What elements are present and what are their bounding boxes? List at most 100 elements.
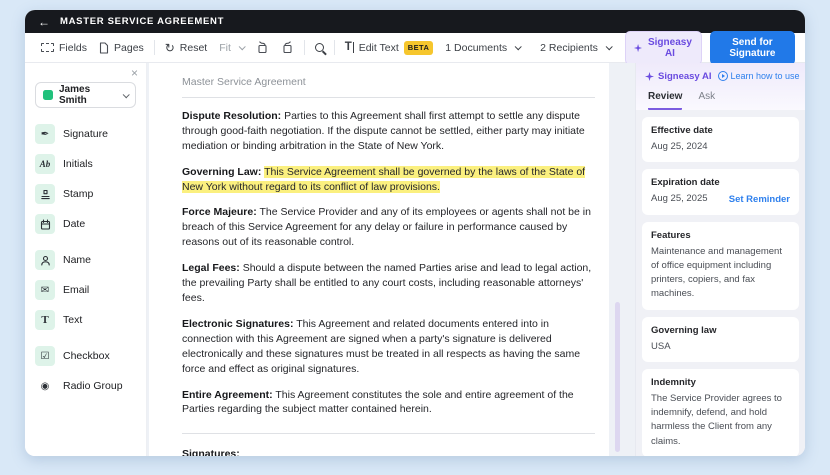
send-for-signature-button[interactable]: Send for Signature — [710, 31, 795, 65]
document-canvas: Master Service Agreement Dispute Resolut… — [147, 63, 635, 456]
sparkle-icon — [634, 43, 642, 53]
sidebar-item-checkbox[interactable]: ☑ Checkbox — [35, 346, 136, 366]
clause-label: Legal Fees: — [182, 262, 240, 274]
recipient-name: James Smith — [59, 84, 117, 106]
card-title: Effective date — [651, 125, 790, 136]
sidebar-item-date[interactable]: Date — [35, 214, 136, 234]
clause-label: Dispute Resolution: — [182, 110, 281, 122]
documents-dropdown[interactable]: 1 Documents — [439, 42, 526, 54]
sidebar-item-label: Signature — [63, 128, 108, 140]
card-value: Aug 25, 2025 — [651, 192, 708, 206]
pages-button[interactable]: Pages — [93, 42, 150, 54]
signeasy-ai-label: Signeasy AI — [647, 37, 693, 59]
fit-label: Fit — [219, 42, 231, 54]
set-reminder-link[interactable]: Set Reminder — [729, 194, 790, 205]
card-value: Maintenance and management of office equ… — [651, 245, 790, 302]
reset-icon: ↻ — [165, 42, 175, 54]
reset-label: Reset — [180, 42, 207, 54]
card-value: The Service Provider agrees to indemnify… — [651, 392, 790, 449]
signature-icon: ✒ — [35, 124, 55, 144]
back-arrow-icon[interactable]: ← — [38, 16, 50, 28]
chevron-down-icon — [239, 43, 246, 50]
sidebar-item-text[interactable]: T Text — [35, 310, 136, 330]
canvas-scrollbar[interactable] — [615, 302, 620, 452]
sidebar-item-radio-group[interactable]: ◉ Radio Group — [35, 376, 136, 396]
toolbar-divider — [304, 40, 305, 55]
clause-label: Electronic Signatures: — [182, 318, 293, 330]
signatures-divider — [182, 433, 595, 434]
person-icon — [35, 250, 55, 270]
clause-label: Entire Agreement: — [182, 389, 273, 401]
sidebar-item-initials[interactable]: Ab Initials — [35, 154, 136, 174]
edit-text-label: Edit Text — [359, 42, 399, 54]
document-page[interactable]: Master Service Agreement Dispute Resolut… — [149, 63, 609, 456]
ai-review-cards: Effective date Aug 25, 2024 Expiration d… — [636, 110, 805, 456]
tab-review[interactable]: Review — [648, 91, 682, 110]
learn-label: Learn how to use — [731, 71, 800, 81]
page-icon — [99, 42, 109, 54]
sidebar-item-label: Stamp — [63, 188, 93, 200]
fit-dropdown[interactable]: Fit — [213, 42, 250, 54]
radio-group-icon: ◉ — [35, 376, 55, 396]
paragraph-entire-agreement: Entire Agreement: This Agreement constit… — [182, 388, 595, 418]
sidebar-item-email[interactable]: ✉ Email — [35, 280, 136, 300]
play-icon — [718, 71, 728, 81]
rotate-left-button[interactable] — [250, 41, 275, 54]
fields-button[interactable]: Fields — [35, 42, 93, 54]
sidebar-item-stamp[interactable]: Stamp — [35, 184, 136, 204]
document-heading: Master Service Agreement — [182, 75, 595, 90]
sidebar-item-name[interactable]: Name — [35, 250, 136, 270]
rotate-left-icon — [256, 41, 269, 54]
fields-icon — [41, 43, 54, 52]
fields-label: Fields — [59, 42, 87, 54]
toolbar-divider — [154, 40, 155, 55]
paragraph-dispute-resolution: Dispute Resolution: Parties to this Agre… — [182, 109, 595, 154]
toolbar: Fields Pages ↻ Reset Fit T Edit Text B — [25, 33, 805, 63]
signeasy-ai-button[interactable]: Signeasy AI — [625, 31, 702, 65]
search-icon — [315, 43, 324, 52]
rotate-right-button[interactable] — [275, 41, 300, 54]
sidebar-close-icon[interactable]: × — [131, 67, 138, 79]
chevron-down-icon — [606, 43, 613, 50]
card-title: Governing law — [651, 325, 790, 336]
rotate-right-icon — [281, 41, 294, 54]
beta-badge: BETA — [404, 41, 433, 55]
signatures-heading: Signatures: — [182, 447, 595, 456]
recipients-dropdown[interactable]: 2 Recipients — [534, 42, 617, 54]
card-features: Features Maintenance and management of o… — [642, 222, 799, 310]
sparkle-icon — [645, 72, 654, 81]
search-button[interactable] — [309, 43, 330, 52]
paragraph-force-majeure: Force Majeure: The Service Provider and … — [182, 205, 595, 250]
card-effective-date: Effective date Aug 25, 2024 — [642, 117, 799, 162]
ai-panel-tabs: Review Ask — [645, 91, 796, 110]
sidebar-item-label: Radio Group — [63, 380, 123, 392]
ai-panel-header: Signeasy AI Learn how to use × Review As… — [636, 63, 805, 110]
clause-text: Should a dispute between the named Parti… — [182, 262, 591, 304]
clause-label: Force Majeure: — [182, 206, 257, 218]
edit-text-button[interactable]: T Edit Text BETA — [339, 41, 440, 55]
email-icon: ✉ — [35, 280, 55, 300]
documents-count: 1 Documents — [445, 42, 507, 54]
app-window: ← MASTER SERVICE AGREEMENT Fields Pages … — [25, 10, 805, 456]
sidebar-item-label: Text — [63, 314, 82, 326]
initials-icon: Ab — [35, 154, 55, 174]
learn-how-to-use-link[interactable]: Learn how to use — [718, 71, 800, 81]
recipient-selector[interactable]: James Smith — [35, 82, 136, 108]
toolbar-divider — [334, 40, 335, 55]
recipients-count: 2 Recipients — [540, 42, 598, 54]
sidebar-item-signature[interactable]: ✒ Signature — [35, 124, 136, 144]
paragraph-legal-fees: Legal Fees: Should a dispute between the… — [182, 261, 595, 306]
sidebar-item-label: Date — [63, 218, 85, 230]
sidebar-item-label: Email — [63, 284, 89, 296]
ai-panel-brand-label: Signeasy AI — [658, 71, 712, 82]
card-title: Indemnity — [651, 377, 790, 388]
heading-divider — [182, 97, 595, 98]
reset-button[interactable]: ↻ Reset — [159, 42, 214, 54]
sidebar-item-label: Checkbox — [63, 350, 110, 362]
edit-text-icon: T — [345, 42, 354, 54]
paragraph-governing-law: Governing Law: This Service Agreement sh… — [182, 165, 595, 195]
checkbox-icon: ☑ — [35, 346, 55, 366]
ai-panel-brand: Signeasy AI — [645, 71, 712, 82]
tab-ask[interactable]: Ask — [698, 91, 715, 110]
recipient-color-swatch — [43, 90, 53, 100]
